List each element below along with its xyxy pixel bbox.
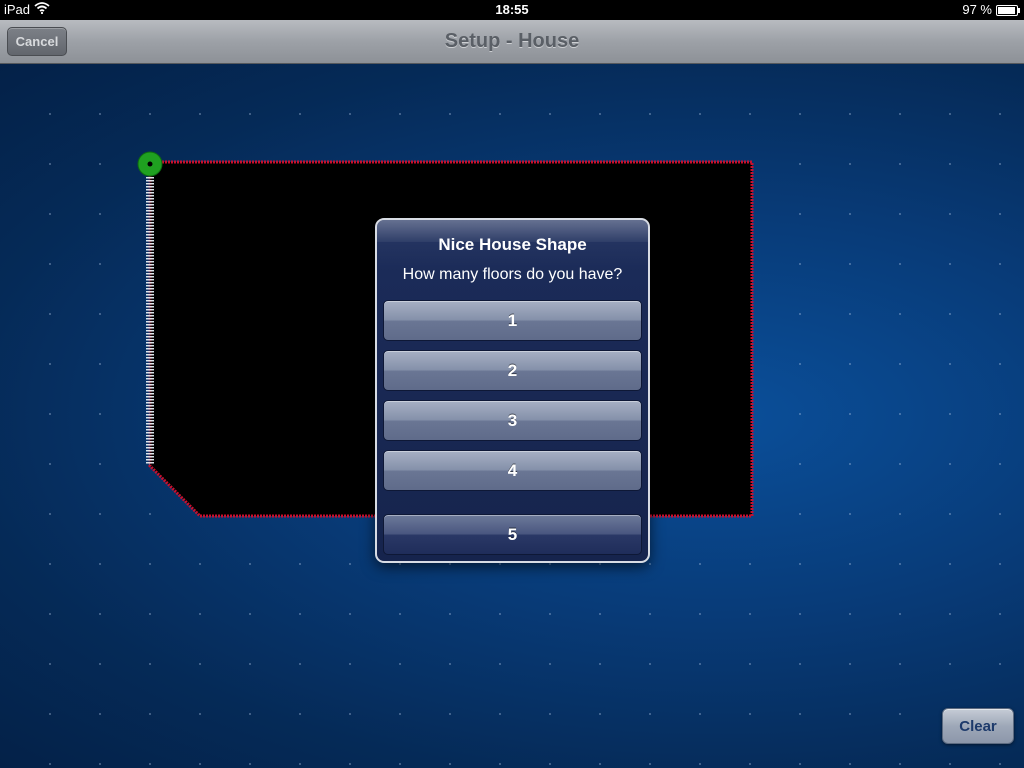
clear-button[interactable]: Clear bbox=[942, 708, 1014, 744]
floor-option-4-button[interactable]: 4 bbox=[383, 450, 642, 491]
floors-dialog: Nice House Shape How many floors do you … bbox=[375, 218, 650, 563]
floor-option-3-button[interactable]: 3 bbox=[383, 400, 642, 441]
status-time: 18:55 bbox=[495, 2, 529, 17]
dialog-message: How many floors do you have? bbox=[402, 266, 623, 283]
start-point-center-dot bbox=[147, 161, 153, 167]
battery-percent: 97 % bbox=[962, 2, 992, 17]
battery-icon bbox=[996, 4, 1020, 16]
floor-option-1-button[interactable]: 1 bbox=[383, 300, 642, 341]
page-title: Setup - House bbox=[444, 30, 580, 52]
status-bar: iPad 18:55 97 % bbox=[0, 0, 1024, 20]
dialog-title: Nice House Shape bbox=[438, 235, 587, 254]
navigation-bar: Cancel Setup - House bbox=[0, 20, 1024, 64]
floor-option-5-button[interactable]: 5 bbox=[383, 514, 642, 555]
floor-option-2-button[interactable]: 2 bbox=[383, 350, 642, 391]
